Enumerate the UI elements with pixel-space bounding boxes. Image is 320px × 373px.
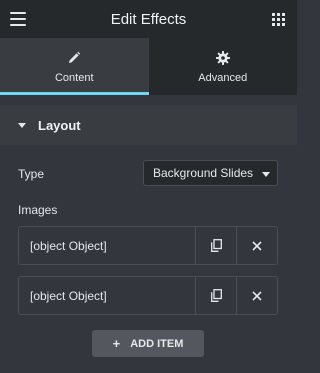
repeater-item-title[interactable]: [object Object] <box>19 277 195 314</box>
type-select[interactable]: Background Slides <box>143 160 278 186</box>
duplicate-icon[interactable] <box>195 277 236 314</box>
pencil-icon <box>67 50 81 66</box>
panel-header: Edit Effects <box>0 0 297 38</box>
section-title: Layout <box>38 117 81 133</box>
type-label: Type <box>18 167 45 181</box>
duplicate-icon[interactable] <box>195 227 236 264</box>
plus-icon: + <box>112 336 121 351</box>
gear-icon <box>215 50 230 66</box>
tab-content[interactable]: Content <box>0 38 149 95</box>
panel-title: Edit Effects <box>110 10 187 28</box>
add-item-label: ADD ITEM <box>130 337 184 350</box>
layout-section-header[interactable]: Layout <box>0 105 297 145</box>
repeater-item-title[interactable]: [object Object] <box>19 227 195 264</box>
tab-content-label: Content <box>54 71 94 84</box>
add-item-button[interactable]: + ADD ITEM <box>92 330 204 357</box>
grid-icon[interactable] <box>272 13 286 27</box>
tab-advanced[interactable]: Advanced <box>148 38 297 95</box>
repeater-item: [object Object] <box>18 276 278 315</box>
type-select-value: Background Slides <box>153 166 254 180</box>
tab-advanced-label: Advanced <box>198 71 248 84</box>
panel-tabs: Content Advanced <box>0 38 297 95</box>
hamburger-icon[interactable] <box>10 12 26 26</box>
close-icon[interactable] <box>236 227 277 264</box>
close-icon[interactable] <box>236 277 277 314</box>
repeater-item: [object Object] <box>18 226 278 265</box>
caret-down-icon <box>18 122 26 128</box>
images-label: Images <box>18 203 58 217</box>
chevron-down-icon <box>262 172 270 177</box>
